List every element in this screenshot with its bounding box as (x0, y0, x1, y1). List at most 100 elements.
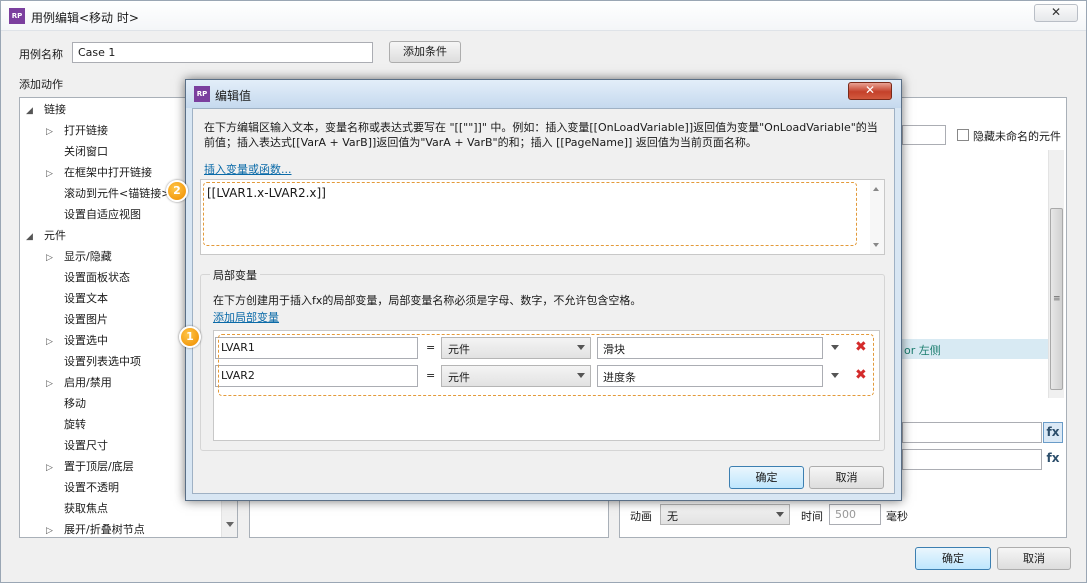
edit-value-dialog: RP 编辑值 ✕ 在下方编辑区输入文本，变量名称或表达式要写在 "[[""]]"… (185, 79, 902, 501)
tree-item-label: 获取焦点 (64, 502, 108, 515)
scroll-down-icon[interactable] (873, 243, 879, 247)
ms-label: 毫秒 (886, 510, 908, 523)
add-local-variable-link[interactable]: 添加局部变量 (213, 309, 279, 325)
tree-item-label: 设置尺寸 (64, 439, 108, 452)
local-variables-description: 在下方创建用于插入fx的局部变量，局部变量名称必须是字母、数字，不允许包含空格。 (213, 294, 642, 307)
tree-item-label: 设置自适应视图 (64, 208, 141, 221)
expression-scrollbar[interactable] (870, 180, 884, 254)
tree-item[interactable]: 设置不透明 (46, 479, 119, 497)
dialog-close-button[interactable]: ✕ (848, 82, 892, 100)
time-label: 时间 (801, 510, 823, 523)
collapsed-triangle-icon[interactable]: ▷ (46, 165, 58, 183)
filter-input[interactable] (902, 125, 946, 145)
tree-item[interactable]: 设置面板状态 (46, 269, 130, 287)
value-input-1[interactable] (902, 422, 1042, 443)
dialog-title: 编辑值 (215, 89, 252, 103)
dialog-cancel-button[interactable]: 取消 (809, 466, 884, 489)
value-input-2[interactable] (902, 449, 1042, 470)
time-input[interactable]: 500 (829, 504, 881, 525)
collapsed-triangle-icon[interactable]: ▷ (46, 123, 58, 141)
tree-item[interactable]: ▷ 打开链接 (46, 122, 108, 140)
tree-item[interactable]: 设置列表选中项 (46, 353, 141, 371)
tree-item[interactable]: 关闭窗口 (46, 143, 108, 161)
tree-item-label: 展开/折叠树节点 (64, 523, 145, 536)
axure-app-icon: RP (9, 8, 25, 24)
tree-item[interactable]: 移动 (46, 395, 86, 413)
tree-item[interactable]: 设置图片 (46, 311, 108, 329)
expanded-triangle-icon[interactable]: ◢ (26, 228, 38, 246)
cancel-button[interactable]: 取消 (997, 547, 1071, 570)
tree-item-label: 旋转 (64, 418, 86, 431)
scroll-up-icon[interactable] (873, 187, 879, 191)
tree-item[interactable]: ▷ 展开/折叠树节点 (46, 521, 145, 537)
collapsed-triangle-icon[interactable]: ▷ (46, 375, 58, 393)
tree-item-label: 启用/禁用 (64, 376, 112, 389)
tree-item-label: 链接 (44, 103, 66, 116)
widget-list-selected-row[interactable]: or 左侧 (902, 339, 1048, 359)
chevron-down-icon (776, 511, 784, 517)
tree-item-label: 设置文本 (64, 292, 108, 305)
tree-item-label: 设置不透明 (64, 481, 119, 494)
add-action-title: 添加动作 (19, 78, 63, 91)
tree-item-label: 设置图片 (64, 313, 108, 326)
selected-row-text: or 左侧 (904, 344, 941, 357)
tree-item[interactable]: ▷ 显示/隐藏 (46, 248, 112, 266)
hide-unnamed-label: 隐藏未命名的元件 (973, 130, 1061, 143)
fx-icon: fx (1046, 451, 1060, 465)
axure-app-icon: RP (194, 86, 210, 102)
animation-select[interactable]: 无 (660, 504, 790, 525)
expanded-triangle-icon[interactable]: ◢ (26, 102, 38, 120)
scroll-down-icon[interactable] (226, 522, 234, 527)
close-icon: ✕ (864, 83, 876, 97)
tree-item-label: 打开链接 (64, 124, 108, 137)
hide-unnamed-checkbox[interactable] (957, 129, 969, 141)
tree-item-label: 关闭窗口 (64, 145, 108, 158)
tree-item[interactable]: 设置文本 (46, 290, 108, 308)
tree-item-label: 显示/隐藏 (64, 250, 112, 263)
tree-item[interactable]: 设置尺寸 (46, 437, 108, 455)
window-title: 用例编辑<移动 时> (31, 11, 139, 25)
close-icon: ✕ (1050, 5, 1062, 19)
local-variables-title: 局部变量 (210, 267, 260, 283)
tree-item-label: 设置面板状态 (64, 271, 130, 284)
tree-item-label: 在框架中打开链接 (64, 166, 152, 179)
collapsed-triangle-icon[interactable]: ▷ (46, 459, 58, 477)
dialog-body: 在下方编辑区输入文本，变量名称或表达式要写在 "[[""]]" 中。例如：插入变… (192, 108, 895, 494)
tree-item[interactable]: ▷ 置于顶层/底层 (46, 458, 134, 476)
dialog-titlebar: RP 编辑值 (186, 80, 901, 108)
widget-list-scrollbar[interactable]: ≡ (1048, 150, 1064, 398)
collapsed-triangle-icon[interactable]: ▷ (46, 333, 58, 351)
tree-item[interactable]: ◢ 元件 (26, 227, 66, 245)
tree-item-label: 置于顶层/底层 (64, 460, 134, 473)
fx-icon: fx (1046, 425, 1060, 439)
annotation-badge-1: 1 (179, 326, 201, 348)
tree-item-label: 设置列表选中项 (64, 355, 141, 368)
tree-item[interactable]: ▷ 启用/禁用 (46, 374, 112, 392)
fx-button-1[interactable]: fx (1043, 422, 1063, 443)
scroll-grip-icon: ≡ (1053, 294, 1061, 304)
annotation-badge-2: 2 (166, 180, 188, 202)
collapsed-triangle-icon[interactable]: ▷ (46, 522, 58, 537)
tree-item[interactable]: ◢ 链接 (26, 101, 66, 119)
tree-item-label: 元件 (44, 229, 66, 242)
tree-item[interactable]: 设置自适应视图 (46, 206, 141, 224)
fx-button-2[interactable]: fx (1043, 449, 1063, 470)
variables-highlight (218, 334, 874, 396)
ok-button[interactable]: 确定 (915, 547, 991, 570)
tree-item-label: 设置选中 (64, 334, 108, 347)
case-name-input[interactable]: Case 1 (72, 42, 373, 63)
expression-highlight (203, 182, 857, 246)
collapsed-triangle-icon[interactable]: ▷ (46, 249, 58, 267)
tree-item[interactable]: ▷ 设置选中 (46, 332, 108, 350)
window-close-button[interactable]: ✕ (1034, 4, 1078, 22)
animation-value: 无 (667, 510, 678, 523)
tree-item[interactable]: 旋转 (46, 416, 86, 434)
add-condition-button[interactable]: 添加条件 (389, 41, 461, 63)
insert-variable-link[interactable]: 插入变量或函数... (204, 161, 292, 177)
tree-item[interactable]: ▷ 在框架中打开链接 (46, 164, 152, 182)
dialog-ok-button[interactable]: 确定 (729, 466, 804, 489)
tree-item-label: 滚动到元件<锚链接> (64, 187, 171, 200)
tree-item[interactable]: 滚动到元件<锚链接> (46, 185, 170, 203)
tree-item[interactable]: 获取焦点 (46, 500, 108, 518)
case-name-label: 用例名称 (19, 48, 63, 61)
